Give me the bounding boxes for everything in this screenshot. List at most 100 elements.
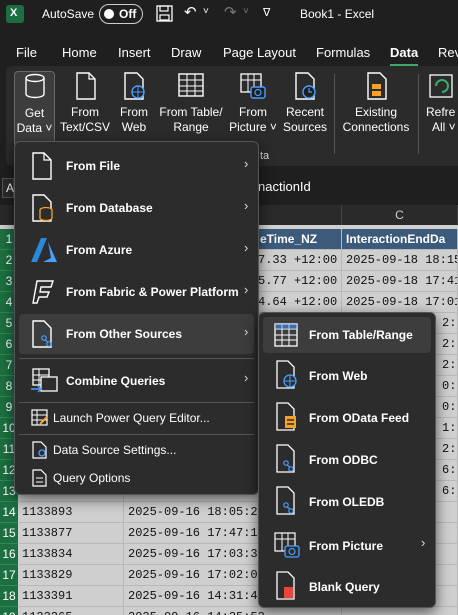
- row-header[interactable]: 16: [0, 544, 18, 565]
- table-header-cell[interactable]: InteractionEndDa: [342, 229, 458, 250]
- table-cell[interactable]: 1133877: [18, 523, 124, 544]
- menu-item-blank-query[interactable]: Blank Query: [263, 567, 431, 605]
- picture-icon: [240, 73, 266, 99]
- from-web-label-1: From: [120, 105, 148, 119]
- menu-item-launch-power-query-editor[interactable]: Launch Power Query Editor...: [19, 404, 254, 432]
- title-bar: AutoSave Off ↶ ˅ ↷ ˅ ∇ Book1 - Excel: [0, 0, 458, 30]
- web-file-icon: [276, 360, 297, 389]
- from-picture-label-2: Picture ˅: [229, 120, 277, 134]
- redo-icon[interactable]: ↷: [224, 3, 237, 21]
- table-cell[interactable]: 2025-09-16 14:25:52: [124, 607, 342, 615]
- menu-item-from-azure[interactable]: From Azure ›: [19, 230, 254, 270]
- tab-page-layout[interactable]: Page Layout: [223, 45, 296, 60]
- row-header[interactable]: 17: [0, 565, 18, 586]
- row-header[interactable]: 19: [0, 607, 18, 615]
- menu-item-from-odbc[interactable]: From ODBC: [263, 439, 431, 479]
- tab-insert[interactable]: Insert: [118, 45, 151, 60]
- existing-connections-button[interactable]: Existing Connections: [342, 71, 410, 135]
- tab-home[interactable]: Home: [62, 45, 97, 60]
- row-header[interactable]: 14: [0, 502, 18, 523]
- menu-item-label: From OData Feed: [309, 411, 410, 425]
- menu-item-label: From Database: [66, 201, 153, 215]
- table-cell[interactable]: [342, 607, 458, 615]
- chevron-right-icon: ›: [244, 240, 249, 255]
- chevron-right-icon: ›: [244, 156, 249, 171]
- menu-item-query-options[interactable]: Query Options: [19, 464, 254, 492]
- from-table-range-button[interactable]: From Table/ Range: [157, 71, 225, 135]
- table-cell[interactable]: 1133829: [18, 565, 124, 586]
- table-cell[interactable]: 1133893: [18, 502, 124, 523]
- refresh-all-label-2: All ˅: [432, 120, 456, 134]
- menu-item-from-odata-feed[interactable]: From OData Feed: [263, 397, 431, 437]
- menu-item-label: From Fabric & Power Platform: [66, 285, 239, 299]
- blank-query-icon: [276, 571, 295, 600]
- database-file-icon: [32, 194, 53, 222]
- table-cell[interactable]: 2025-09-18 17:41: [342, 271, 458, 292]
- customize-toolbar-icon[interactable]: ∇: [263, 6, 270, 19]
- excel-logo-icon: [6, 5, 24, 23]
- menu-item-from-oledb[interactable]: From OLEDB: [263, 481, 431, 521]
- menu-item-from-file[interactable]: From File ›: [19, 146, 254, 186]
- name-box[interactable]: A: [2, 178, 14, 198]
- undo-dropdown-icon[interactable]: ˅: [203, 6, 209, 17]
- menu-item-data-source-settings[interactable]: Data Source Settings...: [19, 436, 254, 464]
- text-file-icon: [76, 72, 96, 100]
- menu-item-label: From Web: [309, 369, 368, 383]
- from-picture-label-1: From: [239, 105, 267, 119]
- tab-file[interactable]: File: [16, 45, 37, 60]
- menu-item-from-other-sources[interactable]: From Other Sources ›: [19, 314, 254, 354]
- from-picture-button[interactable]: From Picture ˅: [228, 71, 278, 135]
- menu-item-from-web[interactable]: From Web: [263, 355, 431, 395]
- menu-item-label: Blank Query: [309, 580, 380, 594]
- undo-icon[interactable]: ↶: [184, 3, 197, 21]
- chevron-right-icon: ›: [244, 370, 249, 385]
- autosave-label: AutoSave: [42, 7, 95, 21]
- tab-review[interactable]: Rev: [438, 45, 458, 60]
- table-icon: [274, 323, 298, 347]
- from-table-range-label-1: From Table/: [159, 105, 223, 119]
- menu-item-label: From OLEDB: [309, 495, 385, 509]
- oledb-icon: [276, 486, 295, 515]
- recent-sources-button[interactable]: Recent Sources: [282, 71, 328, 135]
- menu-item-combine-queries[interactable]: Combine Queries ›: [19, 360, 254, 400]
- chevron-right-icon: ›: [244, 324, 249, 339]
- from-text-csv-button[interactable]: From Text/CSV: [59, 71, 111, 135]
- get-data-menu: From File › From Database › From Azure ›: [14, 141, 259, 495]
- row-header[interactable]: 15: [0, 523, 18, 544]
- menu-item-from-database[interactable]: From Database ›: [19, 188, 254, 228]
- save-icon[interactable]: [156, 5, 173, 22]
- menu-item-label: From Picture: [309, 539, 384, 553]
- tab-draw[interactable]: Draw: [171, 45, 201, 60]
- table-cell[interactable]: 2025-09-18 18:15: [342, 250, 458, 271]
- table-cell[interactable]: 1133834: [18, 544, 124, 565]
- refresh-all-button[interactable]: Refre All ˅: [426, 71, 458, 135]
- get-data-button[interactable]: Get Data ˅: [14, 71, 55, 147]
- from-text-csv-label-2: Text/CSV: [59, 120, 110, 134]
- autosave-toggle[interactable]: Off: [99, 4, 143, 24]
- table-cell[interactable]: 1133391: [18, 586, 124, 607]
- query-options-icon: [32, 469, 47, 487]
- power-query-editor-icon: [31, 409, 48, 426]
- ribbon-separator: [418, 74, 419, 154]
- data-source-settings-icon: [32, 441, 47, 459]
- row-header[interactable]: 18: [0, 586, 18, 607]
- formula-input[interactable]: nactionId: [258, 179, 311, 194]
- other-sources-icon: [32, 320, 52, 348]
- column-header-c[interactable]: C: [342, 205, 458, 225]
- from-web-button[interactable]: From Web: [116, 71, 152, 135]
- table-cell[interactable]: 2025-09-18 17:01: [342, 292, 458, 313]
- picture-icon: [274, 532, 300, 558]
- menu-item-from-fabric-power-platform[interactable]: From Fabric & Power Platform ›: [19, 272, 254, 312]
- file-icon: [32, 152, 52, 180]
- table-cell[interactable]: 1133365: [18, 607, 124, 615]
- menu-item-from-picture[interactable]: From Picture ›: [263, 525, 431, 565]
- fabric-icon: [32, 280, 54, 304]
- combine-queries-icon: [31, 368, 58, 393]
- ribbon-group-label: ta: [260, 150, 270, 162]
- menu-item-from-table-range[interactable]: From Table/Range: [263, 317, 431, 353]
- web-file-icon: [124, 72, 145, 100]
- redo-dropdown-icon[interactable]: ˅: [243, 6, 249, 17]
- existing-connections-label-1: Existing: [354, 105, 398, 119]
- tab-formulas[interactable]: Formulas: [316, 45, 370, 60]
- tab-data[interactable]: Data: [390, 45, 418, 60]
